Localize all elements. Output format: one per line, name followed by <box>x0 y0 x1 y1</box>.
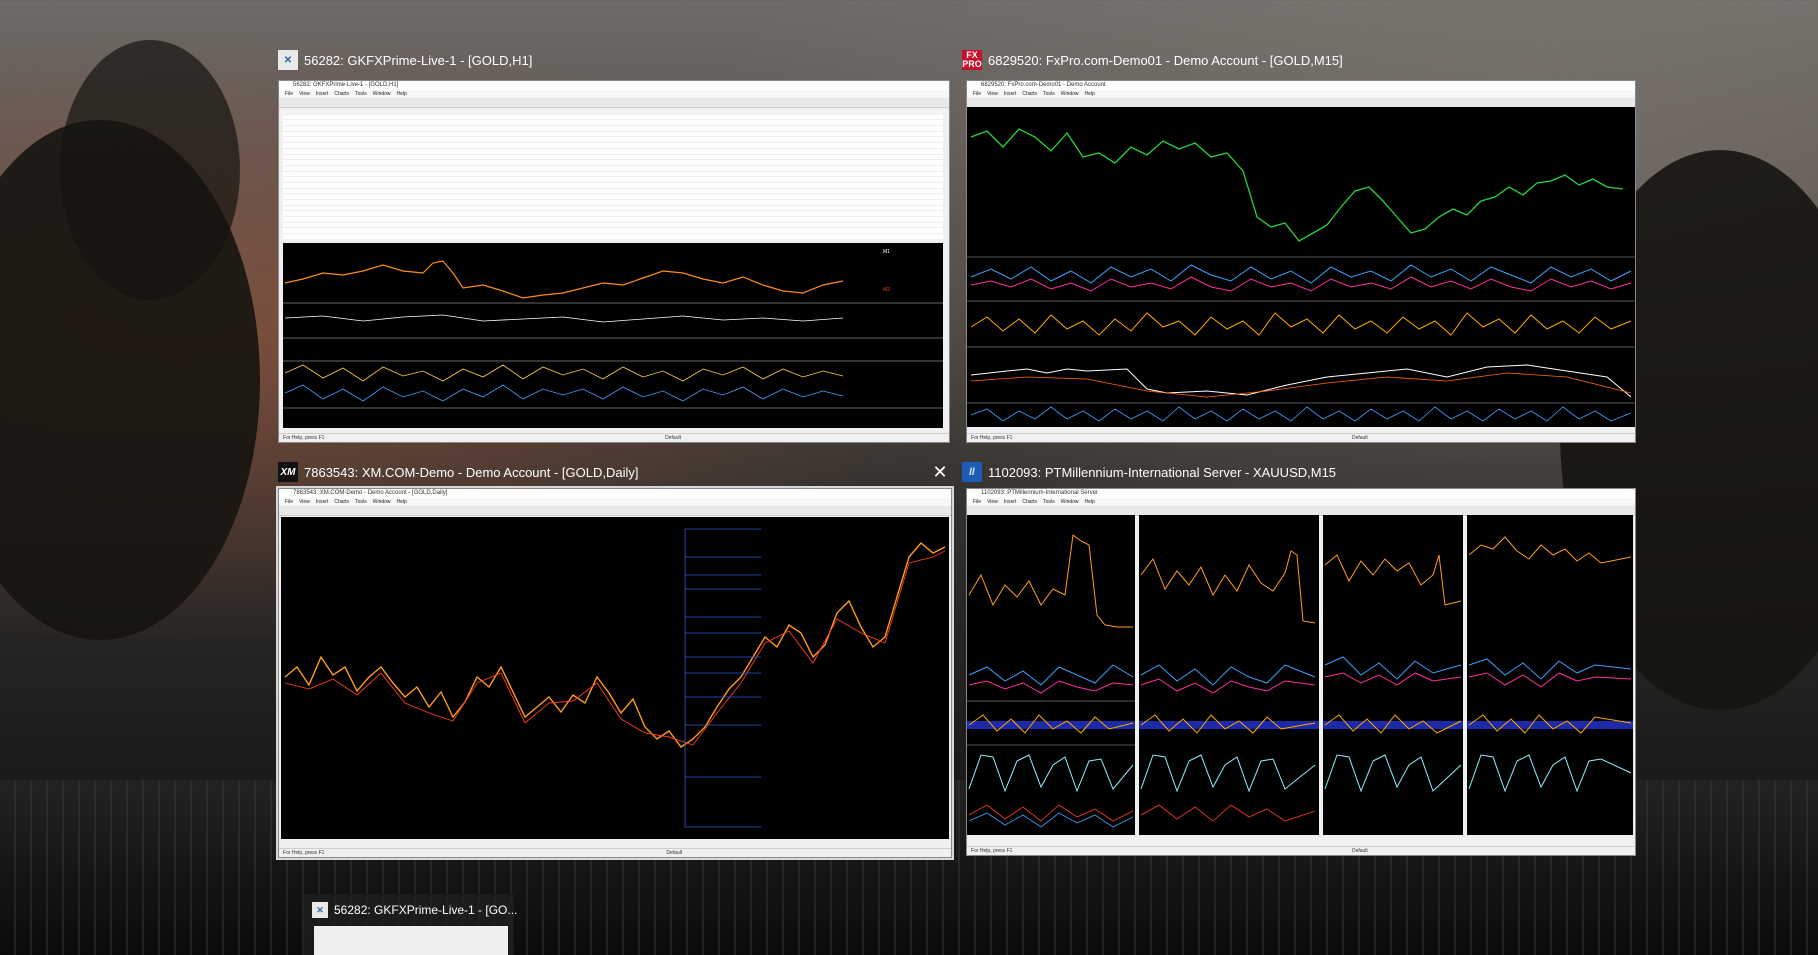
task-view-item-xm[interactable]: XM 7863543: XM.COM-Demo - Demo Account -… <box>276 460 954 860</box>
task-view-item-gkfx-secondary[interactable]: ✕ 56282: GKFXPrime-Live-1 - [GO... <box>304 894 517 955</box>
toolbar <box>279 506 951 516</box>
window-title: 7863543: XM.COM-Demo - Demo Account - [G… <box>304 464 639 480</box>
ptmillennium-icon: // <box>962 462 982 482</box>
background-tree-top-left <box>60 40 240 300</box>
task-view-item-title-bar: XM 7863543: XM.COM-Demo - Demo Account -… <box>278 460 918 484</box>
gkfx-icon: ✕ <box>312 902 328 918</box>
chart-pane-4[interactable] <box>1467 515 1633 835</box>
task-view-item-fxpro[interactable]: FX PRO 6829520: FxPro.com-Demo01 - Demo A… <box>962 48 1636 444</box>
window-title: 6829520: FxPro.com-Demo01 - Demo Account… <box>988 52 1343 68</box>
price-chart[interactable] <box>281 517 949 839</box>
gkfx-icon: ✕ <box>278 50 298 70</box>
svg-text:M1: M1 <box>883 249 890 255</box>
menu-bar: File View Insert Charts Tools Window Help <box>279 498 951 506</box>
close-window-button[interactable]: ✕ <box>930 462 950 482</box>
price-chart-svg <box>284 528 946 828</box>
inner-title: 6829520: FxPro.com-Demo01 - Demo Account <box>967 81 1635 90</box>
inner-title: 1102093: PTMillennium-International Serv… <box>967 489 1635 498</box>
svg-text:M2: M2 <box>883 287 890 293</box>
menu-bar: File View Insert Charts Tools Window Help <box>967 90 1635 98</box>
task-view-item-title-bar: // 1102093: PTMillennium-International S… <box>962 460 1622 484</box>
fxpro-icon: FX PRO <box>962 50 982 70</box>
xm-icon: XM <box>278 462 298 482</box>
task-view-item-title-bar: ✕ 56282: GKFXPrime-Live-1 - [GO... <box>312 898 517 922</box>
trade-table <box>283 109 943 239</box>
task-view-item-title-bar: ✕ 56282: GKFXPrime-Live-1 - [GOLD,H1] <box>278 48 938 72</box>
chart-pane-3[interactable] <box>1323 515 1463 835</box>
price-chart-svg <box>967 128 1635 422</box>
chart-pane-2[interactable] <box>1139 515 1319 835</box>
inner-title: 56282: GKFXPrime-Live-1 - [GOLD,H1] <box>279 81 949 90</box>
status-bar: For Help, press F1 Default <box>967 433 1635 442</box>
price-chart[interactable]: M1 M2 <box>283 243 943 428</box>
window-title: 1102093: PTMillennium-International Serv… <box>988 464 1337 480</box>
price-chart-svg: M1 M2 <box>283 249 943 409</box>
task-view-item-ptmillennium[interactable]: // 1102093: PTMillennium-International S… <box>962 460 1638 860</box>
window-preview <box>314 926 508 955</box>
window-preview[interactable]: 6829520: FxPro.com-Demo01 - Demo Account… <box>966 80 1636 443</box>
price-chart[interactable] <box>967 107 1635 427</box>
menu-bar: File View Insert Charts Tools Window Help <box>279 90 949 98</box>
status-bar: For Help, press F1 Default <box>967 846 1635 855</box>
menu-bar: File View Insert Charts Tools Window Help <box>967 498 1635 506</box>
status-bar: For Help, press F1 Default <box>279 433 949 442</box>
window-preview[interactable]: 1102093: PTMillennium-International Serv… <box>966 488 1636 856</box>
task-view-item-title-bar: FX PRO 6829520: FxPro.com-Demo01 - Demo A… <box>962 48 1622 72</box>
inner-title: 7863543: XM.COM-Demo - Demo Account - [G… <box>279 489 951 498</box>
toolbar <box>279 98 949 108</box>
chart-pane-1[interactable] <box>967 515 1135 835</box>
window-preview[interactable]: 7863543: XM.COM-Demo - Demo Account - [G… <box>276 486 954 860</box>
window-preview[interactable]: 56282: GKFXPrime-Live-1 - [GOLD,H1] File… <box>278 80 950 443</box>
window-title: 56282: GKFXPrime-Live-1 - [GOLD,H1] <box>304 52 533 68</box>
status-bar: For Help, press F1 Default <box>279 848 951 857</box>
task-view-item-gkfx[interactable]: ✕ 56282: GKFXPrime-Live-1 - [GOLD,H1] 56… <box>278 48 950 444</box>
window-title: 56282: GKFXPrime-Live-1 - [GO... <box>334 903 518 917</box>
